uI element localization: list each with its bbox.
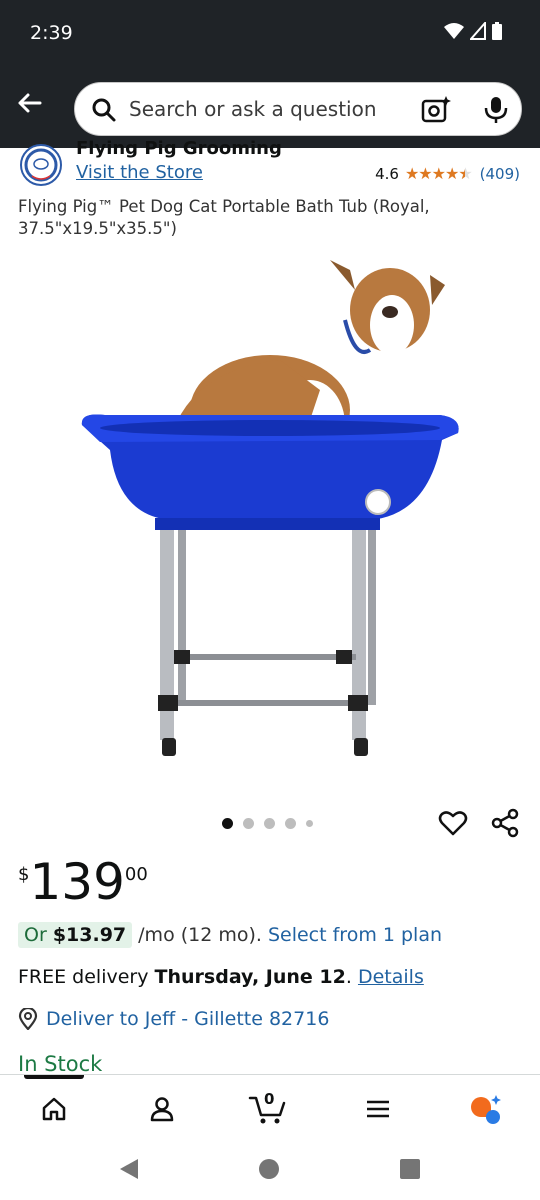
back-arrow-icon[interactable] bbox=[14, 88, 44, 118]
menu-icon bbox=[367, 1100, 389, 1118]
status-bar: 2:39 bbox=[0, 0, 540, 68]
delivery-prefix: FREE delivery bbox=[18, 966, 149, 988]
microphone-icon[interactable] bbox=[483, 95, 509, 125]
brand-row: Flying Pig Grooming Visit the Store 4.6 … bbox=[0, 140, 540, 192]
camera-lens-icon[interactable] bbox=[421, 95, 451, 125]
system-back-icon[interactable] bbox=[118, 1158, 140, 1180]
product-title: Flying Pig™ Pet Dog Cat Portable Bath Tu… bbox=[18, 197, 430, 238]
delivery-info: FREE delivery Thursday, June 12. Details bbox=[18, 966, 424, 988]
wifi-icon bbox=[444, 23, 464, 39]
rating-count[interactable]: (409) bbox=[480, 165, 520, 183]
search-input[interactable] bbox=[129, 83, 399, 135]
active-tab-indicator bbox=[24, 1075, 84, 1079]
installment-amount: $13.97 bbox=[52, 924, 127, 946]
system-recents-icon[interactable] bbox=[400, 1159, 420, 1179]
share-icon[interactable] bbox=[490, 808, 520, 838]
delivery-details-link[interactable]: Details bbox=[358, 966, 424, 988]
home-icon bbox=[42, 1097, 66, 1121]
rating-summary[interactable]: 4.6 ★★★★★★ (409) bbox=[375, 164, 520, 183]
system-navigation-bar bbox=[0, 1138, 540, 1200]
star-rating-icon: ★★★★★★ bbox=[404, 164, 473, 183]
installment-badge: Or $13.97 bbox=[18, 922, 133, 948]
location-pin-icon bbox=[18, 1008, 38, 1030]
delivery-date: Thursday, June 12 bbox=[154, 966, 346, 988]
deliver-to-location[interactable]: Deliver to Jeff - Gillette 82716 bbox=[18, 1008, 329, 1030]
installment-term: /mo (12 mo). bbox=[138, 924, 262, 946]
flying-pig-logo-icon bbox=[24, 148, 58, 182]
carousel-dot[interactable] bbox=[222, 818, 233, 829]
visit-store-link[interactable]: Visit the Store bbox=[76, 162, 203, 183]
carousel-dot[interactable] bbox=[306, 820, 313, 827]
battery-icon bbox=[492, 22, 502, 40]
status-time: 2:39 bbox=[30, 22, 73, 44]
account-icon bbox=[150, 1097, 174, 1122]
cart-count: 0 bbox=[264, 1090, 275, 1108]
stock-status: In Stock bbox=[18, 1052, 103, 1074]
carousel-dot[interactable] bbox=[264, 818, 275, 829]
system-home-icon[interactable] bbox=[258, 1158, 280, 1180]
product-image[interactable] bbox=[70, 250, 470, 770]
rating-value: 4.6 bbox=[375, 164, 399, 183]
search-bar[interactable] bbox=[74, 82, 522, 136]
nav-menu[interactable] bbox=[358, 1089, 398, 1129]
price-whole: 139 bbox=[29, 853, 125, 911]
select-plan-link[interactable]: Select from 1 plan bbox=[268, 924, 442, 946]
nav-cart[interactable]: 0 bbox=[248, 1089, 288, 1129]
deliver-to-text[interactable]: Deliver to Jeff - Gillette 82716 bbox=[46, 1008, 329, 1030]
rufus-assistant-icon bbox=[471, 1095, 501, 1124]
brand-logo[interactable] bbox=[20, 144, 62, 186]
nav-account[interactable] bbox=[142, 1089, 182, 1129]
app-header bbox=[0, 68, 540, 148]
price-fraction: 00 bbox=[124, 864, 148, 885]
nav-home[interactable] bbox=[34, 1089, 74, 1129]
search-icon bbox=[92, 98, 116, 122]
delivery-suffix: . bbox=[345, 966, 352, 988]
bottom-navigation: 0 bbox=[0, 1074, 540, 1139]
signal-icon bbox=[470, 22, 486, 40]
carousel-dot[interactable] bbox=[285, 818, 296, 829]
brand-name[interactable]: Flying Pig Grooming bbox=[76, 140, 282, 159]
installment-prefix: Or bbox=[24, 924, 47, 946]
heart-icon[interactable] bbox=[438, 808, 468, 838]
image-carousel-dots[interactable] bbox=[222, 818, 313, 829]
price: $ 139 00 bbox=[18, 852, 148, 912]
installment-offer: Or $13.97 /mo (12 mo). Select from 1 pla… bbox=[18, 922, 442, 948]
carousel-dot[interactable] bbox=[243, 818, 254, 829]
price-symbol: $ bbox=[18, 864, 30, 885]
nav-rufus[interactable] bbox=[466, 1089, 506, 1129]
status-icons bbox=[444, 22, 502, 40]
